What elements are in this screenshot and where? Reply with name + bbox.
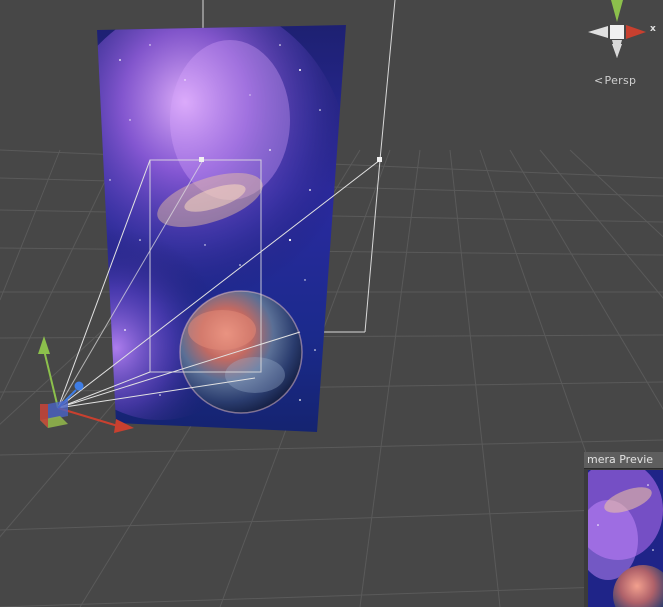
camera-preview-title: mera Previe: [584, 452, 663, 469]
chevron-left-icon: <: [594, 74, 604, 87]
space-texture-quad[interactable]: [50, 0, 350, 440]
projection-toggle[interactable]: <Persp: [594, 74, 636, 87]
orientation-gizmo-icon[interactable]: [588, 0, 646, 58]
gizmo-x-label: x: [650, 24, 656, 34]
y-axis-arrow-icon[interactable]: [38, 336, 50, 354]
frustum-handle-right[interactable]: [377, 157, 382, 162]
z-axis-handle-icon[interactable]: [74, 381, 84, 391]
projection-label: Persp: [604, 74, 637, 87]
scene-viewport[interactable]: x <Persp mera Previe: [0, 0, 663, 607]
scene-canvas[interactable]: [0, 0, 663, 607]
camera-preview-panel[interactable]: mera Previe: [584, 452, 663, 607]
camera-preview-image: [588, 470, 663, 607]
frustum-handle-top[interactable]: [199, 157, 204, 162]
